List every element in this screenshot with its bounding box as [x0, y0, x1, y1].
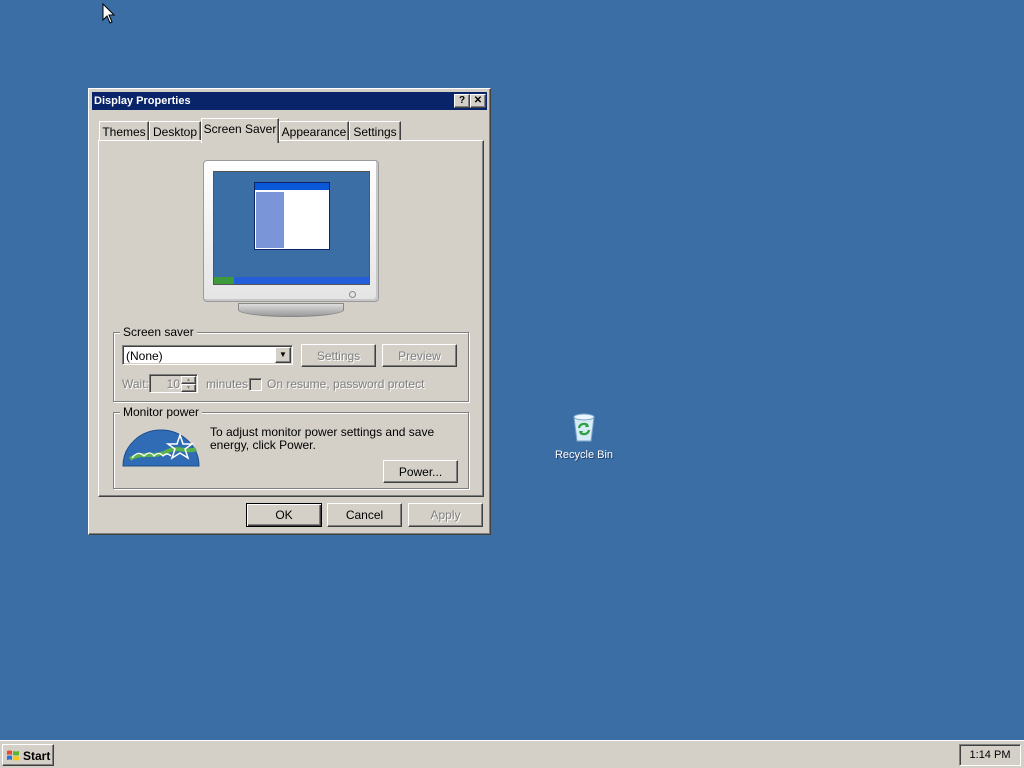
- settings-button[interactable]: Settings: [301, 344, 376, 367]
- password-protect-checkbox[interactable]: [249, 378, 262, 391]
- preview-window: [254, 182, 330, 250]
- tab-themes[interactable]: Themes: [99, 121, 149, 141]
- monitor-power-led-icon: [349, 291, 356, 298]
- wait-value: 10: [166, 377, 180, 391]
- desktop-icon-recycle-bin[interactable]: Recycle Bin: [552, 411, 616, 461]
- recycle-bin-icon: [573, 413, 595, 442]
- spin-up-icon[interactable]: ▲: [181, 376, 196, 384]
- preview-start-button: [214, 277, 234, 284]
- screen-saver-selected: (None): [126, 349, 163, 363]
- start-label: Start: [23, 749, 51, 763]
- tab-desktop[interactable]: Desktop: [149, 121, 201, 141]
- power-button[interactable]: Power...: [383, 460, 458, 483]
- display-properties-window: Display Properties ? ✕ Themes Desktop Se…: [88, 88, 491, 535]
- wait-label: Wait:: [122, 377, 149, 391]
- taskbar: Start 1:14 PM: [0, 740, 1024, 768]
- monitor-screen-preview: [213, 171, 370, 285]
- preview-button[interactable]: Preview: [382, 344, 457, 367]
- monitor-power-description: To adjust monitor power settings and sav…: [210, 425, 435, 452]
- monitor-power-group: Monitor power To adjust monitor power se…: [113, 405, 469, 489]
- monitor-preview: [203, 158, 383, 318]
- spin-down-icon[interactable]: ▼: [181, 384, 196, 392]
- mouse-cursor-icon: [102, 3, 116, 24]
- system-tray: 1:14 PM: [959, 744, 1021, 766]
- apply-button[interactable]: Apply: [408, 503, 483, 527]
- close-button[interactable]: ✕: [470, 94, 486, 108]
- screen-saver-group: Screen saver (None) ▼ Settings Preview W…: [113, 325, 469, 402]
- tab-settings[interactable]: Settings: [349, 121, 401, 141]
- tab-screen-saver[interactable]: Screen Saver: [201, 118, 279, 143]
- tab-appearance[interactable]: Appearance: [279, 121, 349, 141]
- clock[interactable]: 1:14 PM: [960, 749, 1020, 761]
- start-button[interactable]: Start: [2, 744, 54, 766]
- screen-saver-dropdown[interactable]: (None) ▼: [122, 345, 293, 365]
- preview-taskbar: [214, 277, 369, 284]
- monitor-power-group-label: Monitor power: [120, 405, 203, 419]
- monitor-body: [203, 160, 379, 302]
- energy-star-icon: [122, 429, 200, 467]
- cancel-button[interactable]: Cancel: [327, 503, 402, 527]
- recycle-bin-label: Recycle Bin: [554, 449, 614, 461]
- dropdown-arrow-icon[interactable]: ▼: [275, 347, 291, 363]
- monitor-stand: [238, 303, 344, 317]
- minutes-label: minutes: [206, 377, 249, 391]
- windows-logo-icon: [7, 750, 19, 761]
- window-title: Display Properties: [94, 95, 191, 107]
- screen-saver-group-label: Screen saver: [120, 325, 197, 339]
- title-bar[interactable]: Display Properties ? ✕: [92, 92, 487, 110]
- screen-saver-panel: Screen saver (None) ▼ Settings Preview W…: [98, 140, 484, 497]
- help-button[interactable]: ?: [454, 94, 470, 108]
- wait-stepper[interactable]: 10 ▲ ▼: [149, 374, 198, 393]
- ok-button[interactable]: OK: [246, 503, 322, 527]
- password-protect-label: On resume, password protect: [267, 377, 425, 391]
